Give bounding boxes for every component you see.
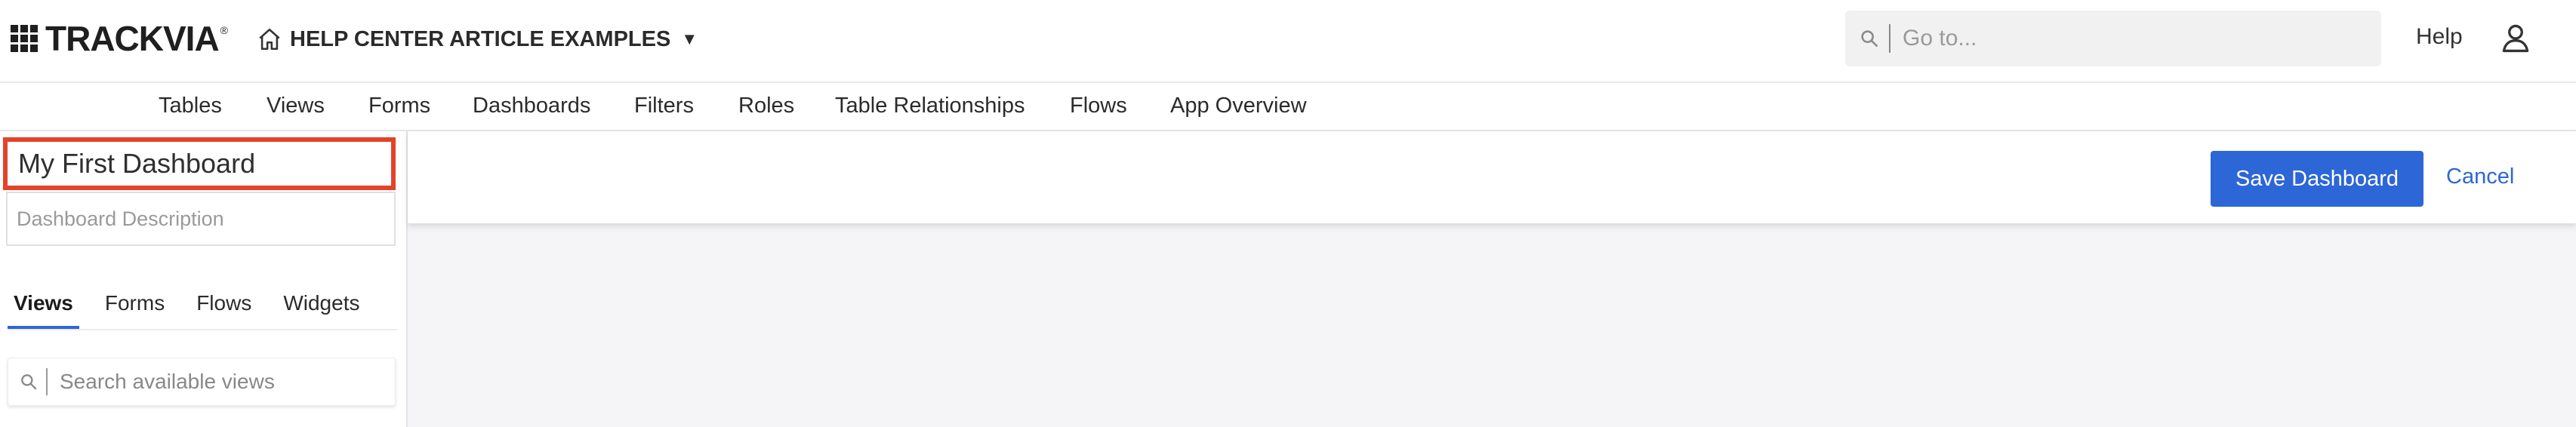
nav-item-flows[interactable]: Flows xyxy=(1070,94,1127,118)
app-switcher[interactable]: HELP CENTER ARTICLE EXAMPLES ▼ xyxy=(257,23,698,56)
tabs-divider xyxy=(8,329,397,330)
nav-item-tables[interactable]: Tables xyxy=(159,94,222,118)
nav-item-views[interactable]: Views xyxy=(267,94,325,118)
nav-item-table-relationships[interactable]: Table Relationships xyxy=(835,94,1025,118)
search-views-input[interactable] xyxy=(58,369,378,395)
app-name: HELP CENTER ARTICLE EXAMPLES xyxy=(290,26,671,51)
help-link[interactable]: Help xyxy=(2416,24,2463,50)
nav-item-roles[interactable]: Roles xyxy=(738,94,794,118)
search-views-box xyxy=(8,358,396,406)
chevron-down-icon: ▼ xyxy=(681,29,698,48)
save-dashboard-button[interactable]: Save Dashboard xyxy=(2211,151,2423,207)
logo-text: TRACKVIA xyxy=(45,19,220,58)
tab-forms[interactable]: Forms xyxy=(99,290,171,326)
search-icon xyxy=(21,374,37,390)
goto-search-input[interactable] xyxy=(1901,25,2327,52)
dashboard-title: My First Dashboard xyxy=(18,148,256,179)
tab-views[interactable]: Views xyxy=(8,290,79,330)
home-icon xyxy=(259,28,280,51)
dashboard-description-input[interactable] xyxy=(8,206,381,232)
search-divider xyxy=(1889,24,1890,53)
dashboard-sidebar: My First Dashboard Views Forms Flows Wid… xyxy=(0,131,408,427)
sidebar-tabs: Views Forms Flows Widgets xyxy=(8,290,385,330)
top-header: TRACKVIA ® HELP CENTER ARTICLE EXAMPLES … xyxy=(0,0,2576,83)
dashboard-title-field[interactable]: My First Dashboard xyxy=(3,137,396,190)
goto-search xyxy=(1845,11,2381,66)
nav-item-dashboards[interactable]: Dashboards xyxy=(473,94,590,118)
app-builder-nav: Tables Views Forms Dashboards Filters Ro… xyxy=(0,83,2576,131)
dashboard-canvas[interactable]: Save Dashboard Cancel xyxy=(408,131,2576,427)
logo-registered-mark: ® xyxy=(220,24,228,36)
search-divider xyxy=(46,368,48,395)
dashboard-description-field xyxy=(6,192,396,246)
logo-grid-icon xyxy=(11,25,38,52)
cancel-link[interactable]: Cancel xyxy=(2446,164,2514,189)
tab-widgets[interactable]: Widgets xyxy=(277,290,365,326)
nav-item-forms[interactable]: Forms xyxy=(368,94,430,118)
trackvia-logo[interactable]: TRACKVIA ® xyxy=(11,19,228,58)
nav-item-filters[interactable]: Filters xyxy=(634,94,694,118)
user-icon[interactable] xyxy=(2499,21,2532,54)
tab-flows[interactable]: Flows xyxy=(190,290,257,326)
dashboard-toolbar: Save Dashboard Cancel xyxy=(408,131,2576,223)
search-icon xyxy=(1861,30,1878,48)
nav-item-app-overview[interactable]: App Overview xyxy=(1170,94,1307,118)
